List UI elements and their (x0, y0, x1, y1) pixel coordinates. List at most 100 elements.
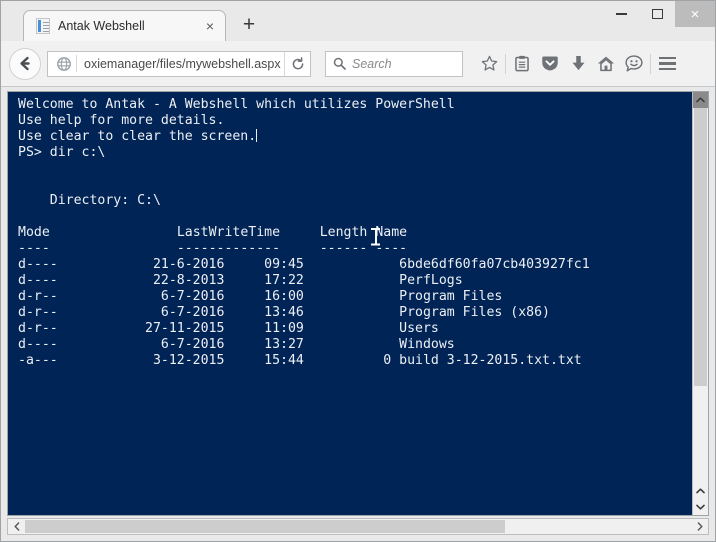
file-lastwritetime: 6-7-2016 16:00 (57, 289, 304, 304)
file-mode: d---- (18, 337, 58, 352)
close-icon: × (690, 5, 700, 23)
file-lastwritetime: 6-7-2016 13:27 (57, 337, 304, 352)
maximize-button[interactable] (639, 1, 675, 27)
search-bar[interactable]: Search (325, 50, 463, 77)
scroll-right-button[interactable] (691, 519, 708, 534)
scroll-left-button[interactable] (8, 519, 25, 534)
close-window-button[interactable]: × (675, 1, 715, 27)
file-length (304, 321, 391, 336)
bookmark-star-icon[interactable] (475, 50, 503, 78)
terminal-line-banner-2: Use help for more details. (18, 113, 225, 128)
shield-icon (542, 56, 558, 71)
file-mode: d-r-- (18, 321, 58, 336)
terminal-file-listing: d---- 21-6-2016 09:45 6bde6df60fa07cb403… (18, 257, 590, 368)
vertical-scrollbar[interactable] (692, 92, 708, 515)
terminal-file-row: d---- 22-8-2013 17:22 PerfLogs (18, 273, 463, 288)
search-placeholder: Search (352, 56, 392, 71)
tab-close-icon[interactable]: × (201, 17, 219, 35)
chevron-down-icon (696, 504, 705, 510)
vertical-scroll-thumb[interactable] (694, 108, 707, 386)
file-length: 0 (303, 353, 392, 368)
col-header-length: Length (319, 225, 368, 240)
col-rule-length: ------ (319, 241, 368, 256)
document-icon (36, 18, 50, 34)
file-length (304, 289, 391, 304)
reload-button[interactable] (284, 51, 310, 76)
url-text[interactable]: oxiemanager/files/mywebshell.aspx (77, 57, 284, 71)
col-rule-lastwritetime: ------------- (176, 241, 281, 256)
feedback-smiley-icon[interactable] (620, 50, 648, 78)
file-mode: -a--- (18, 353, 58, 368)
terminal-line-banner-1: Welcome to Antak - A Webshell which util… (18, 97, 455, 112)
reader-list-icon[interactable] (508, 50, 536, 78)
terminal-file-row: d-r-- 27-11-2015 11:09 Users (18, 321, 439, 336)
download-arrow-icon (572, 56, 584, 71)
terminal-directory-header: Directory: C:\ (18, 193, 161, 208)
chevron-left-icon (13, 522, 19, 531)
col-rule-name: ---- (375, 241, 408, 256)
powershell-terminal[interactable]: Welcome to Antak - A Webshell which util… (8, 92, 692, 515)
terminal-file-row: d---- 21-6-2016 09:45 6bde6df60fa07cb403… (18, 257, 590, 272)
minimize-button[interactable] (603, 1, 639, 27)
col-rule-mode: ---- (18, 241, 50, 256)
file-lastwritetime: 21-6-2016 09:45 (57, 257, 304, 272)
file-lastwritetime: 22-8-2013 17:22 (57, 273, 304, 288)
back-arrow-icon (19, 56, 30, 71)
file-name: Program Files (x86) (391, 305, 550, 320)
house-icon (597, 56, 615, 72)
terminal-command: dir c:\ (49, 145, 106, 160)
file-lastwritetime: 3-12-2015 15:44 (57, 353, 304, 368)
url-bar[interactable]: oxiemanager/files/mywebshell.aspx (47, 50, 311, 77)
scroll-up-button[interactable] (693, 92, 708, 108)
content-frame: Welcome to Antak - A Webshell which util… (7, 91, 709, 516)
terminal-prompt: PS> (18, 145, 42, 160)
file-name: 6bde6df60fa07cb403927fc1 (391, 257, 590, 272)
terminal-column-headers: Mode LastWriteTime Length Name (18, 225, 407, 240)
file-mode: d-r-- (18, 289, 58, 304)
smiley-bubble-icon (625, 55, 643, 72)
back-button[interactable] (9, 47, 41, 80)
horizontal-scrollbar[interactable] (7, 518, 709, 535)
scroll-down-button[interactable] (693, 499, 708, 515)
home-icon[interactable] (592, 50, 620, 78)
file-mode: d-r-- (18, 305, 58, 320)
file-mode: d---- (18, 273, 58, 288)
navigation-toolbar: oxiemanager/files/mywebshell.aspx Search (1, 41, 715, 87)
minimize-icon (615, 13, 627, 15)
menu-hamburger-icon[interactable] (653, 50, 681, 78)
window-controls: × (603, 1, 715, 27)
toolbar-separator (650, 53, 651, 74)
chevron-up-icon (696, 97, 705, 103)
text-caret (256, 129, 258, 142)
file-length (304, 257, 391, 272)
vertical-scroll-track[interactable] (693, 108, 708, 483)
tab-antak-webshell[interactable]: Antak Webshell × (23, 10, 226, 41)
pocket-icon[interactable] (536, 50, 564, 78)
file-name: Windows (391, 337, 455, 352)
clipboard-icon (515, 55, 529, 72)
terminal-line-banner-3: Use clear to clear the screen. (18, 129, 257, 144)
terminal-file-row: -a--- 3-12-2015 15:44 0 build 3-12-2015.… (18, 353, 582, 368)
star-icon (481, 55, 497, 71)
file-name: build 3-12-2015.txt.txt (391, 353, 582, 368)
file-length (304, 305, 391, 320)
terminal-file-row: d-r-- 6-7-2016 16:00 Program Files (18, 289, 502, 304)
terminal-file-row: d-r-- 6-7-2016 13:46 Program Files (x86) (18, 305, 550, 320)
col-header-lastwritetime: LastWriteTime (176, 225, 281, 240)
file-lastwritetime: 27-11-2015 11:09 (57, 321, 304, 336)
file-name: Users (391, 321, 439, 336)
terminal-output: Welcome to Antak - A Webshell which util… (18, 97, 692, 369)
file-mode: d---- (18, 257, 58, 272)
horizontal-scroll-track[interactable] (25, 519, 691, 534)
file-name: Program Files (391, 289, 503, 304)
toolbar-icons (475, 50, 681, 78)
new-tab-button[interactable]: + (237, 13, 261, 37)
horizontal-scroll-thumb[interactable] (25, 520, 505, 533)
hamburger-lines (658, 56, 676, 71)
downloads-icon[interactable] (564, 50, 592, 78)
scroll-up-button-secondary[interactable] (693, 483, 708, 499)
page-content-area: Welcome to Antak - A Webshell which util… (1, 87, 715, 541)
file-name: PerfLogs (391, 273, 463, 288)
maximize-icon (651, 9, 663, 19)
file-length (304, 337, 391, 352)
